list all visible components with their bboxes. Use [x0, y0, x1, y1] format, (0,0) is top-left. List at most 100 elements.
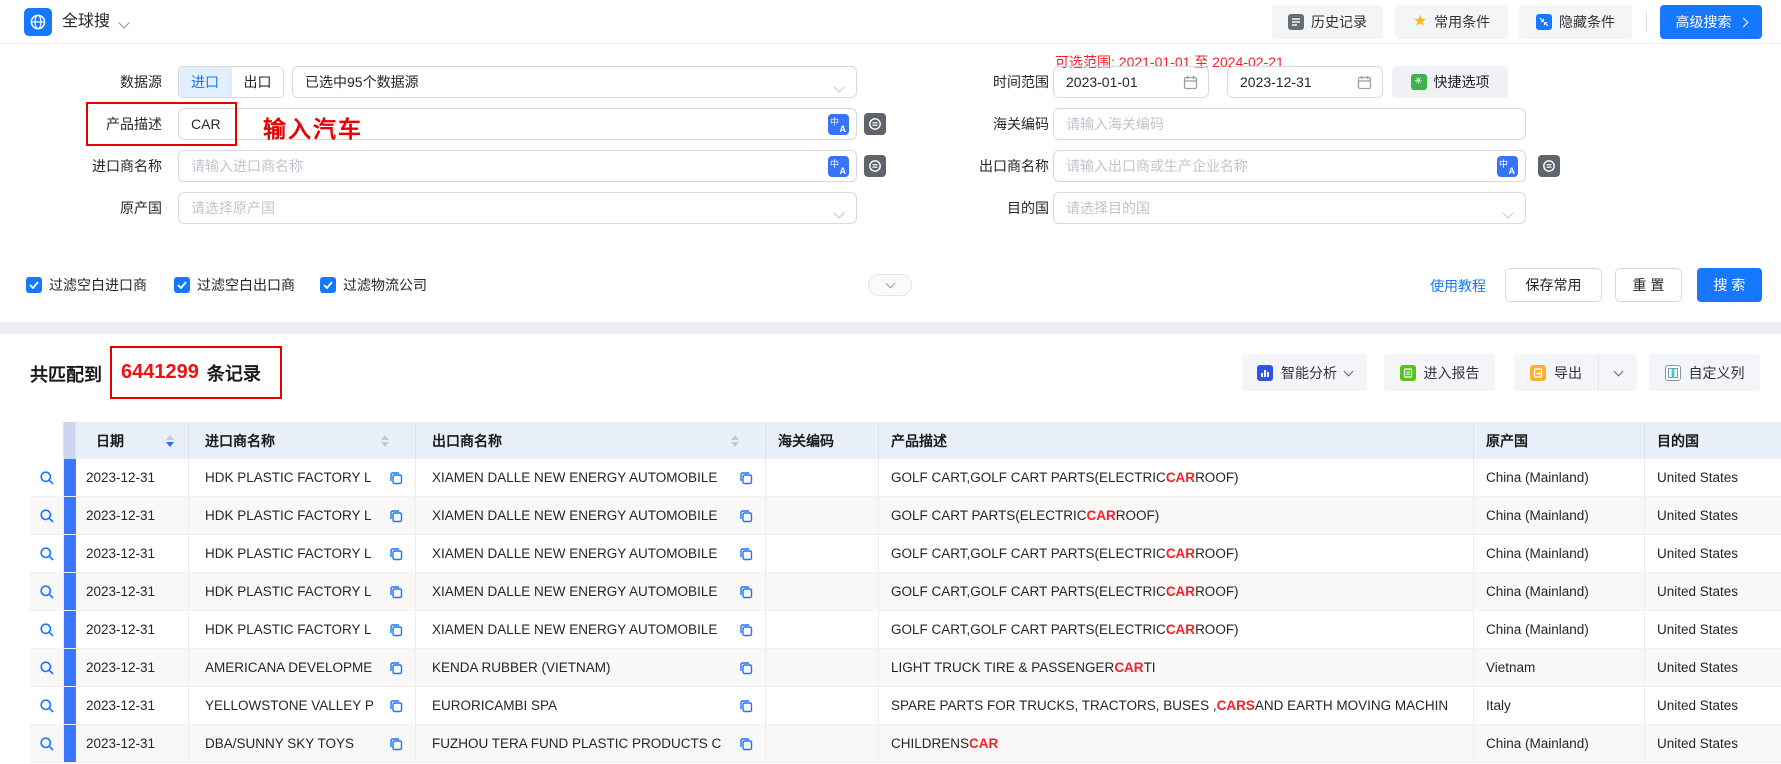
copy-icon[interactable] [389, 737, 403, 751]
quick-options-button[interactable]: ✳ 快捷选项 [1392, 66, 1508, 98]
tutorial-link[interactable]: 使用教程 [1430, 276, 1486, 296]
copy-icon[interactable] [739, 699, 753, 713]
origin-country-placeholder: 请选择原产国 [179, 198, 275, 218]
exporter-input[interactable] [1054, 151, 1497, 181]
copy-icon[interactable] [739, 737, 753, 751]
data-source-label: 数据源 [35, 66, 162, 98]
copy-icon[interactable] [389, 547, 403, 561]
advanced-search-button[interactable]: 高级搜索 [1660, 5, 1762, 39]
copy-icon[interactable] [739, 623, 753, 637]
quick-options-label: 快捷选项 [1434, 72, 1490, 92]
favorites-label: 常用条件 [1434, 12, 1490, 32]
importer-name: DBA/SUNNY SKY TOYS [205, 736, 354, 751]
report-clipboard-icon [1400, 365, 1416, 381]
copy-icon[interactable] [739, 509, 753, 523]
cell-actions [30, 573, 64, 610]
exact-match-icon[interactable] [1538, 155, 1560, 177]
row-detail-search-icon[interactable] [39, 622, 55, 638]
copy-icon[interactable] [389, 623, 403, 637]
row-accent-stripe [64, 535, 76, 572]
copy-icon[interactable] [389, 471, 403, 485]
filter-logistics-checkbox[interactable]: 过滤物流公司 [320, 274, 427, 296]
cell-dest-country: United States [1645, 649, 1781, 686]
cell-importer: HDK PLASTIC FACTORY L [189, 535, 416, 572]
cell-origin-country: China (Mainland) [1474, 459, 1645, 496]
header-product: 产品描述 [879, 422, 1474, 459]
hs-code-input[interactable] [1054, 109, 1525, 139]
exact-match-icon[interactable] [864, 113, 886, 135]
enter-report-button[interactable]: 进入报告 [1384, 354, 1495, 391]
exporter-name: EURORICAMBI SPA [432, 698, 557, 713]
row-detail-search-icon[interactable] [39, 584, 55, 600]
header-exporter-label: 出口商名称 [432, 431, 502, 451]
checkbox-checked-icon [26, 277, 42, 293]
tab-export[interactable]: 出口 [231, 67, 283, 97]
row-detail-search-icon[interactable] [39, 736, 55, 752]
copy-icon[interactable] [739, 547, 753, 561]
header-exporter[interactable]: 出口商名称 [416, 422, 766, 459]
history-button[interactable]: 历史记录 [1272, 5, 1383, 39]
hide-conditions-button[interactable]: 隐藏条件 [1519, 5, 1632, 39]
cell-origin-country: Italy [1474, 687, 1645, 724]
filter-blank-importer-checkbox[interactable]: 过滤空白进口商 [26, 274, 147, 296]
exact-match-icon[interactable] [864, 155, 886, 177]
translate-icon[interactable]: 中A [828, 156, 849, 177]
chevron-down-icon [885, 279, 895, 289]
highlighted-keyword: CAR [1114, 660, 1143, 675]
end-date-value: 2023-12-31 [1240, 74, 1312, 90]
copy-icon[interactable] [389, 509, 403, 523]
copy-icon[interactable] [389, 699, 403, 713]
cell-origin-country: China (Mainland) [1474, 611, 1645, 648]
copy-icon[interactable] [389, 661, 403, 675]
copy-icon[interactable] [739, 471, 753, 485]
header-importer[interactable]: 进口商名称 [189, 422, 416, 459]
copy-icon[interactable] [739, 585, 753, 599]
row-detail-search-icon[interactable] [39, 470, 55, 486]
header-date[interactable]: 日期 [76, 422, 189, 459]
header-product-label: 产品描述 [891, 431, 947, 451]
cell-dest-country: United States [1645, 725, 1781, 762]
start-date-value: 2023-01-01 [1066, 74, 1138, 90]
favorites-button[interactable]: ★ 常用条件 [1395, 5, 1508, 39]
save-common-button[interactable]: 保存常用 [1505, 268, 1602, 302]
cell-date: 2023-12-31 [76, 459, 189, 496]
app-switch-chevron-down-icon[interactable] [118, 17, 129, 28]
export-button[interactable]: 导出 [1514, 354, 1598, 391]
export-options-button[interactable] [1598, 354, 1637, 391]
highlighted-keyword: CAR [1166, 584, 1195, 599]
copy-icon[interactable] [389, 585, 403, 599]
translate-icon[interactable]: 中A [828, 114, 849, 135]
exporter-name: XIAMEN DALLE NEW ENERGY AUTOMOBILE [432, 546, 717, 561]
table-row: 2023-12-31 HDK PLASTIC FACTORY L XIAMEN … [30, 573, 1781, 611]
row-detail-search-icon[interactable] [39, 546, 55, 562]
reset-button[interactable]: 重 置 [1615, 268, 1682, 302]
table-row: 2023-12-31 YELLOWSTONE VALLEY P EURORICA… [30, 687, 1781, 725]
data-source-select[interactable]: 已选中95个数据源 [292, 66, 857, 98]
enter-report-label: 进入报告 [1424, 363, 1480, 383]
search-button[interactable]: 搜 索 [1697, 268, 1762, 302]
cell-exporter: XIAMEN DALLE NEW ENERGY AUTOMOBILE [416, 611, 766, 648]
export-file-icon [1530, 365, 1546, 381]
custom-columns-button[interactable]: 自定义列 [1649, 354, 1760, 391]
sort-icons [381, 435, 389, 447]
filter-blank-exporter-checkbox[interactable]: 过滤空白出口商 [174, 274, 295, 296]
end-date-input[interactable]: 2023-12-31 [1227, 66, 1383, 98]
importer-name: HDK PLASTIC FACTORY L [205, 470, 372, 485]
smart-analysis-button[interactable]: 智能分析 [1242, 354, 1367, 391]
row-detail-search-icon[interactable] [39, 660, 55, 676]
tab-import[interactable]: 进口 [179, 67, 231, 97]
cell-importer: HDK PLASTIC FACTORY L [189, 611, 416, 648]
collapse-form-button[interactable] [868, 274, 912, 296]
row-detail-search-icon[interactable] [39, 698, 55, 714]
row-detail-search-icon[interactable] [39, 508, 55, 524]
dest-country-select[interactable]: 请选择目的国 [1053, 192, 1526, 224]
copy-icon[interactable] [739, 661, 753, 675]
cell-exporter: XIAMEN DALLE NEW ENERGY AUTOMOBILE [416, 535, 766, 572]
cell-importer: YELLOWSTONE VALLEY P [189, 687, 416, 724]
origin-country-select[interactable]: 请选择原产国 [178, 192, 857, 224]
cell-importer: DBA/SUNNY SKY TOYS [189, 725, 416, 762]
start-date-input[interactable]: 2023-01-01 [1053, 66, 1209, 98]
header-dest-label: 目的国 [1657, 431, 1699, 451]
translate-icon[interactable]: 中A [1497, 156, 1518, 177]
importer-input[interactable] [179, 151, 828, 181]
